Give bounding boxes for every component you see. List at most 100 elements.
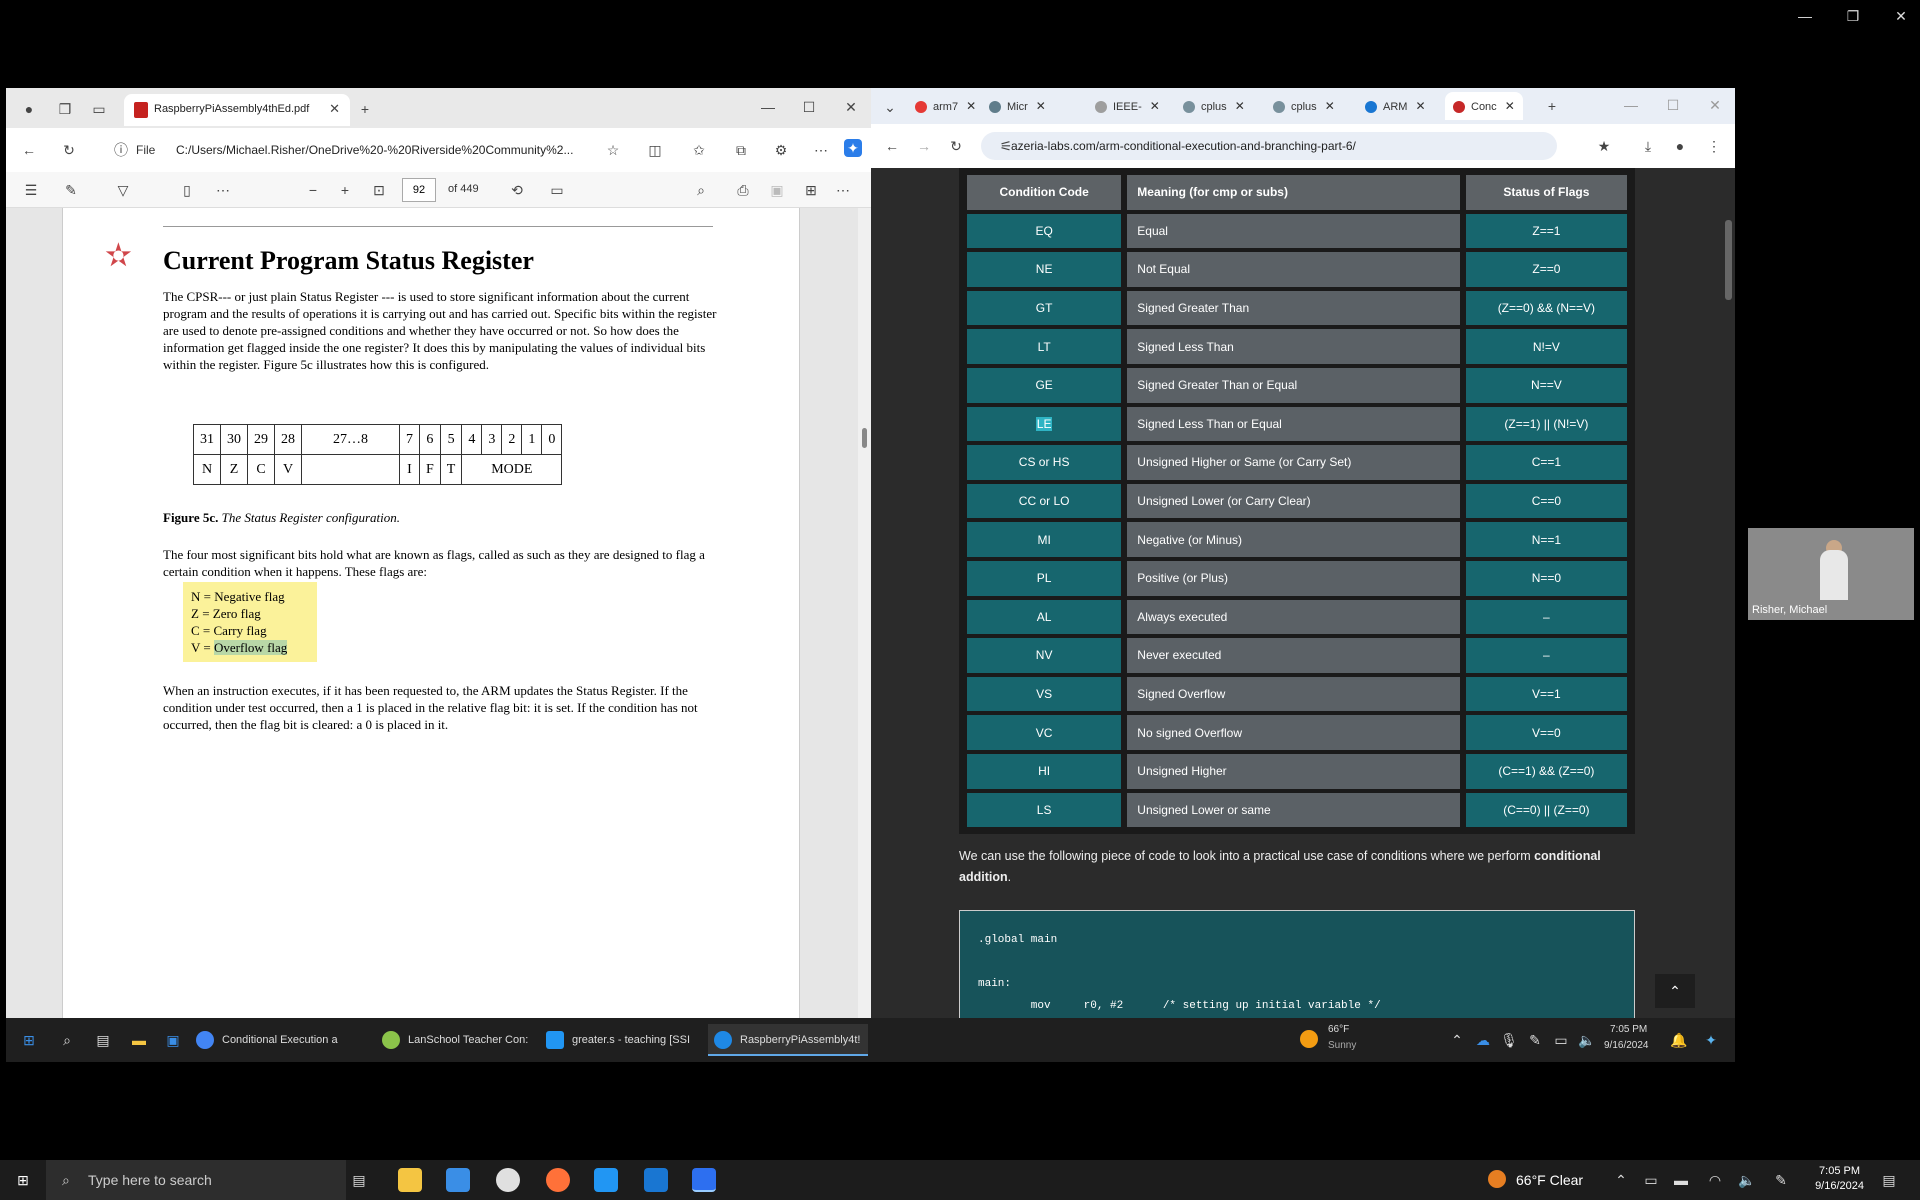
favorite-star-icon[interactable]: ☆ <box>604 141 622 159</box>
tab-actions-icon[interactable]: ▭ <box>90 100 108 118</box>
pen-icon[interactable]: ✎ <box>1526 1031 1544 1049</box>
zoom-icon[interactable] <box>692 1168 716 1192</box>
extension-icon[interactable]: ⚙ <box>772 141 790 159</box>
maximize-icon[interactable]: ☐ <box>1664 96 1682 114</box>
new-tab-icon[interactable]: + <box>356 100 374 118</box>
refresh-icon[interactable]: ↻ <box>60 141 78 159</box>
notification-icon[interactable]: 🔔 <box>1670 1031 1688 1049</box>
mic-icon[interactable]: 🎙 <box>1500 1031 1518 1049</box>
bookmark-star-icon[interactable]: ★ <box>1595 137 1613 155</box>
scrollbar[interactable] <box>1722 168 1735 1018</box>
taskbar-app[interactable]: greater.s - teaching [SSI <box>546 1024 704 1056</box>
download-icon[interactable]: ⤓ <box>1639 137 1657 155</box>
site-info-icon[interactable]: ⚟ <box>997 137 1015 155</box>
copilot-icon[interactable]: ✦ <box>844 139 862 157</box>
weather-text[interactable]: 66°F Clear <box>1516 1160 1583 1200</box>
browser-tab[interactable]: IEEE- ✕ <box>1095 92 1160 120</box>
collections-icon[interactable]: ⧉ <box>732 141 750 159</box>
scrollbar-thumb[interactable] <box>862 428 867 448</box>
zoom-in-icon[interactable]: + <box>336 181 354 199</box>
app-icon[interactable] <box>496 1168 520 1192</box>
back-icon[interactable]: ← <box>883 137 901 155</box>
taskbar-app[interactable]: Conditional Execution a <box>196 1024 364 1056</box>
pen-icon[interactable]: ✎ <box>1772 1171 1790 1189</box>
notification-icon[interactable]: ▤ <box>1880 1171 1898 1189</box>
back-icon[interactable]: ← <box>20 141 38 159</box>
task-view-icon[interactable]: ▤ <box>350 1171 368 1189</box>
restore-icon[interactable]: ❐ <box>1844 8 1862 25</box>
page-view-icon[interactable]: ▯ <box>178 181 196 199</box>
system-clock[interactable]: 7:05 PM 9/16/2024 <box>1815 1164 1864 1194</box>
forward-icon[interactable]: → <box>915 137 933 155</box>
file-explorer-icon[interactable] <box>398 1168 422 1192</box>
chevron-up-icon[interactable]: ⌃ <box>1612 1171 1630 1189</box>
battery-icon[interactable]: ▭ <box>1642 1171 1660 1189</box>
chevron-up-icon[interactable]: ⌃ <box>1448 1031 1466 1049</box>
minimize-icon[interactable]: — <box>1622 96 1640 114</box>
save-as-icon[interactable]: ⊞ <box>802 181 820 199</box>
more-tools-icon[interactable]: ⋯ <box>214 181 232 199</box>
browser-tab[interactable]: cplus ✕ <box>1273 92 1335 120</box>
close-tab-icon[interactable]: ✕ <box>1036 99 1046 113</box>
url-field[interactable]: C:/Users/Michael.Risher/OneDrive%20-%20R… <box>176 137 600 163</box>
volume-icon[interactable]: 🔈 <box>1738 1171 1756 1189</box>
photos-icon[interactable] <box>644 1168 668 1192</box>
page-number-input[interactable]: 92 <box>402 178 436 202</box>
rotate-icon[interactable]: ⟲ <box>508 181 526 199</box>
workspaces-icon[interactable]: ❒ <box>56 100 74 118</box>
omnibox[interactable]: azeria-labs.com/arm-conditional-executio… <box>981 132 1557 160</box>
more-icon[interactable]: ⋯ <box>834 181 852 199</box>
search-icon[interactable]: ⌕ <box>692 181 710 199</box>
close-icon[interactable]: ✕ <box>1706 96 1724 114</box>
scrollbar[interactable] <box>858 208 871 1018</box>
close-tab-icon[interactable]: ✕ <box>1150 99 1160 113</box>
two-page-icon[interactable]: ▭ <box>548 181 566 199</box>
onedrive-icon[interactable]: ☁ <box>1474 1031 1492 1049</box>
fit-page-icon[interactable]: ⊡ <box>370 181 388 199</box>
scrollbar-thumb[interactable] <box>1725 220 1732 300</box>
highlight-icon[interactable]: ▽ <box>114 181 132 199</box>
close-tab-icon[interactable]: ✕ <box>1415 99 1425 113</box>
print-icon[interactable]: ⎙ <box>734 181 752 199</box>
wifi-icon[interactable]: ◠ <box>1706 1171 1724 1189</box>
profile-icon[interactable]: ● <box>1671 137 1689 155</box>
close-icon[interactable]: ✕ <box>1892 8 1910 25</box>
contents-icon[interactable]: ☰ <box>22 181 40 199</box>
volume-icon[interactable]: 🔈 <box>1578 1031 1596 1049</box>
search-icon[interactable]: ⌕ <box>58 1031 76 1049</box>
scroll-to-top-button[interactable]: ⌃ <box>1655 974 1695 1008</box>
reload-icon[interactable]: ↻ <box>947 137 965 155</box>
zoom-out-icon[interactable]: − <box>304 181 322 199</box>
close-tab-icon[interactable]: ✕ <box>1505 99 1515 113</box>
close-tab-icon[interactable]: ✕ <box>1325 99 1335 113</box>
browser-tab[interactable]: ARM ✕ <box>1365 92 1426 120</box>
file-explorer-icon[interactable]: ▬ <box>130 1031 148 1049</box>
windows-start-icon[interactable]: ⊞ <box>14 1171 32 1189</box>
browser-tab[interactable]: cplus ✕ <box>1183 92 1245 120</box>
storage-icon[interactable]: ▬ <box>1672 1171 1690 1189</box>
profile-icon[interactable]: ● <box>20 100 38 118</box>
close-tab-icon[interactable]: ✕ <box>329 101 340 117</box>
taskbar-search-box[interactable]: ⌕ Type here to search <box>46 1160 346 1200</box>
tab-search-icon[interactable]: ⌄ <box>881 98 899 116</box>
minimize-icon[interactable]: — <box>759 98 777 116</box>
info-icon[interactable]: ⓘ <box>112 141 130 159</box>
taskbar-app[interactable]: LanSchool Teacher Con: <box>382 1024 542 1056</box>
more-icon[interactable]: ⋯ <box>812 141 830 159</box>
save-icon[interactable]: ▣ <box>768 181 786 199</box>
firefox-icon[interactable] <box>546 1168 570 1192</box>
close-tab-icon[interactable]: ✕ <box>966 99 976 113</box>
display-icon[interactable]: ▭ <box>1552 1031 1570 1049</box>
close-icon[interactable]: ✕ <box>842 98 860 116</box>
browser-tab[interactable]: Micr ✕ <box>989 92 1046 120</box>
menu-icon[interactable]: ⋮ <box>1705 137 1723 155</box>
split-screen-icon[interactable]: ◫ <box>646 141 664 159</box>
draw-icon[interactable]: ✎ <box>62 181 80 199</box>
browser-tab-active[interactable]: Conc ✕ <box>1445 92 1523 120</box>
vscode-icon[interactable] <box>594 1168 618 1192</box>
windows-start-icon[interactable]: ⊞ <box>20 1031 38 1049</box>
minimize-icon[interactable]: — <box>1796 8 1814 25</box>
taskbar-app-active[interactable]: RaspberryPiAssembly4t! <box>708 1024 868 1056</box>
store-icon[interactable]: ▣ <box>164 1031 182 1049</box>
calculator-icon[interactable] <box>446 1168 470 1192</box>
